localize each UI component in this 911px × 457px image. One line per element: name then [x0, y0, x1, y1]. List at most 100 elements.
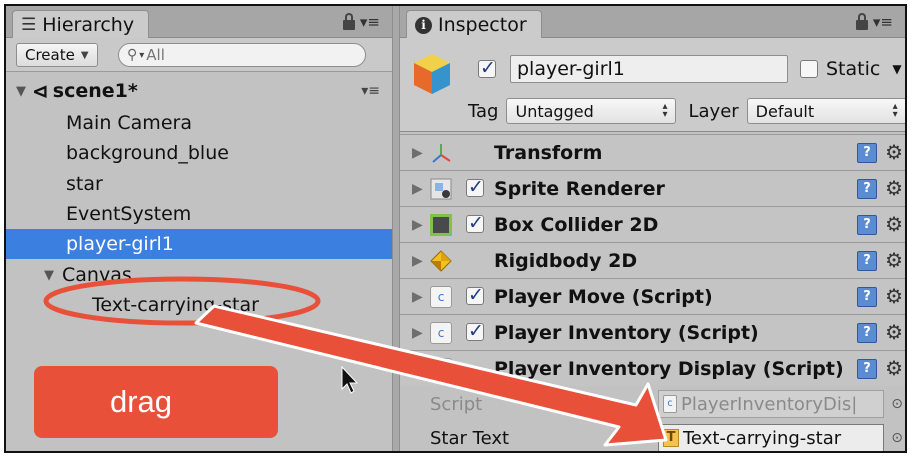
panel-splitter[interactable] — [392, 6, 400, 451]
script-reference-value: PlayerInventoryDis| — [681, 393, 858, 415]
panel-menu-icon[interactable]: ▾≡ — [360, 13, 380, 31]
tag-dropdown[interactable]: Untagged ▴ ▾ — [506, 98, 677, 124]
layer-label: Layer — [688, 100, 739, 122]
fold-triangle-icon[interactable]: ▶ — [412, 217, 423, 233]
component-label: Sprite Renderer — [494, 177, 665, 200]
component-label: Rigidbody 2D — [494, 249, 638, 272]
unity-logo-icon: ⊲ — [32, 79, 49, 103]
hierarchy-item[interactable]: Text-carrying-star — [6, 290, 392, 320]
script-icon: c — [430, 358, 452, 380]
component-label: Box Collider 2D — [494, 213, 659, 236]
hierarchy-item-label: star — [66, 173, 103, 195]
fold-triangle-icon[interactable]: ▶ — [412, 181, 423, 197]
help-icon[interactable]: ? — [857, 359, 877, 379]
gear-icon[interactable]: ⚙ — [885, 284, 903, 308]
object-picker-icon: ⊙ — [891, 396, 903, 412]
component-label: Player Inventory Display (Script) — [494, 357, 844, 380]
hierarchy-item-label: Text-carrying-star — [92, 294, 259, 316]
component-sprite-renderer[interactable]: ▶ Sprite Renderer ? ⚙ — [400, 170, 905, 206]
scene-row[interactable]: ▼ ⊲ scene1* ▾≡ — [6, 76, 392, 106]
search-filter-caret-icon: ▾ — [139, 49, 145, 61]
component-label: Transform — [494, 141, 603, 164]
gameobject-name-field[interactable]: player-girl1 — [510, 55, 788, 83]
component-transform[interactable]: ▶ Transform ? ⚙ — [400, 134, 905, 170]
component-enabled-checkbox[interactable] — [466, 176, 484, 198]
expand-triangle-icon[interactable]: ▼ — [40, 268, 58, 283]
script-icon: c — [430, 322, 452, 344]
layer-dropdown[interactable]: Default ▴ ▾ — [746, 98, 905, 124]
hierarchy-search: ⚲ ▾ — [118, 43, 366, 67]
lock-icon[interactable] — [855, 13, 868, 30]
dropdown-arrows-icon: ▴ ▾ — [892, 101, 898, 120]
hierarchy-item[interactable]: ▼ Canvas — [6, 260, 392, 290]
gameobject-active-checkbox[interactable] — [478, 57, 496, 79]
help-icon[interactable]: ? — [857, 287, 877, 307]
hierarchy-item-label: player-girl1 — [66, 233, 174, 255]
info-icon: i — [415, 16, 432, 34]
list-icon: ☰ — [21, 15, 37, 35]
inspector-panel: i Inspector ▾≡ player-girl1 Static ▼ — [400, 6, 905, 451]
property-star-text: Star Text T Text-carrying-star ⊙ — [400, 421, 905, 451]
static-checkbox[interactable] — [800, 60, 818, 78]
component-label: Player Move (Script) — [494, 285, 713, 308]
hierarchy-item[interactable]: background_blue — [6, 138, 392, 168]
fold-triangle-icon[interactable]: ▶ — [412, 289, 423, 305]
static-label: Static — [826, 58, 881, 80]
gear-icon[interactable]: ⚙ — [885, 248, 903, 272]
component-player-inventory-display[interactable]: ▼ c Player Inventory Display (Script) ? … — [400, 350, 905, 386]
tag-value: Untagged — [515, 101, 594, 121]
static-dropdown-icon[interactable]: ▼ — [892, 62, 901, 76]
text-component-icon: T — [663, 429, 679, 447]
component-player-inventory[interactable]: ▶ c Player Inventory (Script) ? ⚙ — [400, 314, 905, 350]
sprite-renderer-icon — [430, 178, 452, 200]
lock-icon[interactable] — [342, 13, 355, 30]
layer-value: Default — [755, 101, 815, 121]
component-rigidbody[interactable]: ▶ Rigidbody 2D ? ⚙ — [400, 242, 905, 278]
hierarchy-tabbar: ☰ Hierarchy ▾≡ — [6, 6, 392, 39]
gameobject-header: player-girl1 Static ▼ Tag Untagged ▴▾ La… — [400, 38, 905, 132]
hierarchy-item-label: EventSystem — [66, 203, 192, 225]
gear-icon[interactable]: ⚙ — [885, 356, 903, 380]
transform-axes-icon — [432, 144, 451, 163]
hierarchy-item-label: background_blue — [66, 142, 229, 164]
script-reference-field: c PlayerInventoryDis| — [658, 390, 884, 418]
search-input[interactable] — [146, 46, 327, 64]
fold-triangle-open-icon[interactable]: ▼ — [412, 361, 423, 377]
gear-icon[interactable]: ⚙ — [885, 140, 903, 164]
hierarchy-item-label: Canvas — [62, 264, 132, 286]
hierarchy-item[interactable]: Main Camera — [6, 108, 392, 138]
star-text-value: Text-carrying-star — [683, 427, 842, 449]
gear-icon[interactable]: ⚙ — [885, 320, 903, 344]
static-toggle: Static ▼ — [800, 58, 902, 80]
help-icon[interactable]: ? — [857, 143, 877, 163]
panel-menu-icon[interactable]: ▾≡ — [873, 13, 893, 31]
fold-triangle-icon[interactable]: ▶ — [412, 253, 423, 269]
hierarchy-item-selected[interactable]: player-girl1 — [6, 229, 392, 259]
component-enabled-checkbox[interactable] — [466, 212, 484, 234]
gameobject-cube-icon — [414, 54, 450, 94]
tab-inspector[interactable]: i Inspector — [406, 10, 542, 39]
gear-icon[interactable]: ⚙ — [885, 212, 903, 236]
fold-triangle-icon[interactable]: ▶ — [412, 145, 423, 161]
hierarchy-item[interactable]: EventSystem — [6, 199, 392, 229]
inspector-lock-menu: ▾≡ — [855, 13, 893, 31]
help-icon[interactable]: ? — [857, 323, 877, 343]
component-box-collider[interactable]: ▶ Box Collider 2D ? ⚙ — [400, 206, 905, 242]
help-icon[interactable]: ? — [857, 179, 877, 199]
component-enabled-checkbox[interactable] — [466, 284, 484, 306]
help-icon[interactable]: ? — [857, 215, 877, 235]
drag-callout-label: drag — [109, 384, 173, 419]
component-player-move[interactable]: ▶ c Player Move (Script) ? ⚙ — [400, 278, 905, 314]
object-picker-icon[interactable]: ⊙ — [891, 430, 903, 446]
star-text-field[interactable]: T Text-carrying-star — [658, 424, 884, 451]
fold-triangle-icon[interactable]: ▶ — [412, 325, 423, 341]
scene-menu-icon[interactable]: ▾≡ — [361, 83, 380, 99]
gear-icon[interactable]: ⚙ — [885, 176, 903, 200]
expand-triangle-icon[interactable]: ▼ — [12, 84, 30, 99]
component-enabled-checkbox[interactable] — [466, 320, 484, 342]
create-button[interactable]: Create ▼ — [16, 43, 98, 67]
hierarchy-item[interactable]: star — [6, 169, 392, 199]
help-icon[interactable]: ? — [857, 251, 877, 271]
property-script: Script c PlayerInventoryDis| ⊙ — [400, 387, 905, 421]
tab-hierarchy[interactable]: ☰ Hierarchy — [12, 10, 150, 39]
